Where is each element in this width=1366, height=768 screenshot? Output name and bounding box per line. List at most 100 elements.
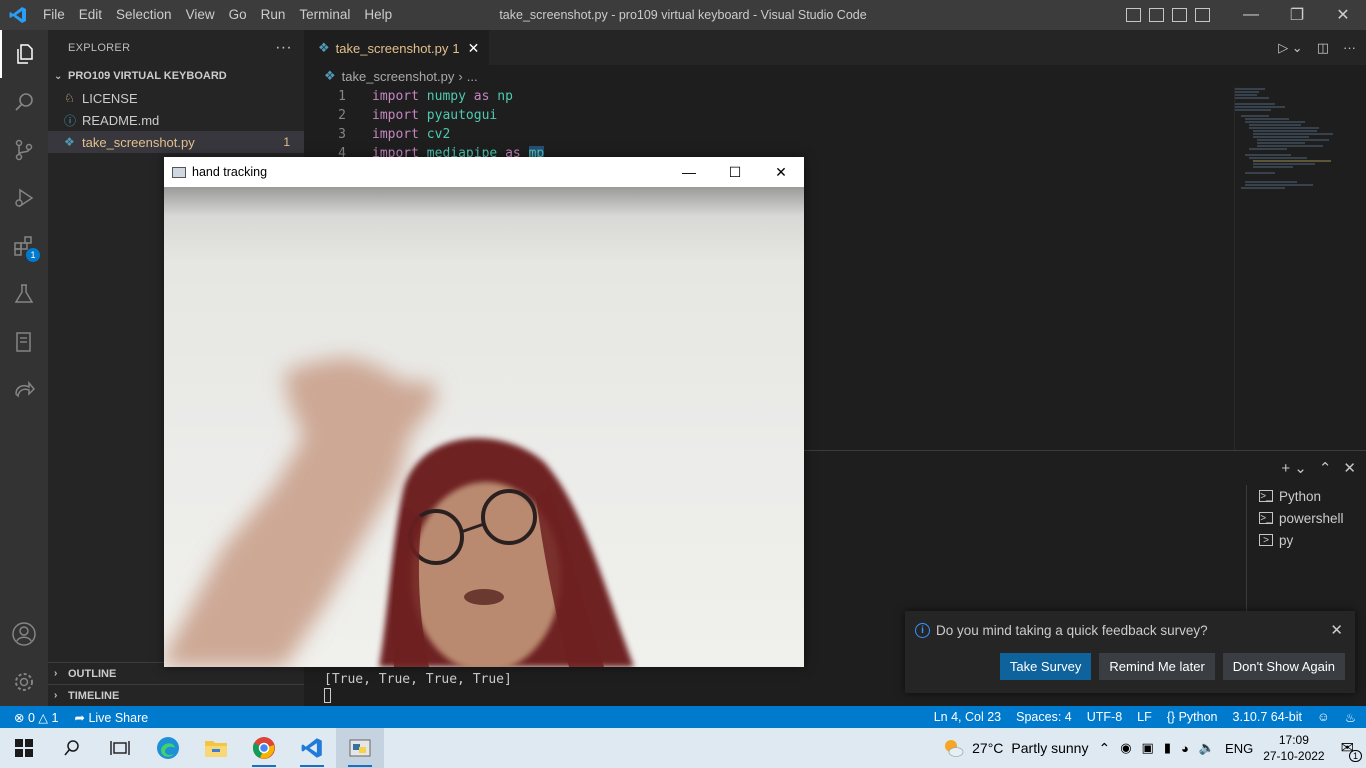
terminal-icon: >_ [1259, 512, 1273, 524]
code-module: pyautogui [426, 108, 498, 123]
weather-widget[interactable]: 27°C Partly sunny [942, 738, 1088, 758]
tab-take-screenshot[interactable]: ❖ take_screenshot.py 1 ✕ [304, 30, 490, 65]
python-taskbar-icon[interactable] [336, 728, 384, 768]
file-explorer-icon[interactable] [192, 728, 240, 768]
live-share-status[interactable]: ➦ Live Share [74, 710, 148, 725]
breadcrumb-more[interactable]: ... [467, 69, 478, 84]
terminal-cursor [324, 688, 331, 703]
chrome-icon[interactable] [240, 728, 288, 768]
timeline-section[interactable]: › TIMELINE [48, 684, 304, 706]
code-editor[interactable]: 1 import numpy as np 2 import pyautogui … [304, 87, 1366, 163]
take-survey-button[interactable]: Take Survey [999, 653, 1092, 680]
toggle-sidebar-icon[interactable] [1126, 8, 1141, 22]
window-title: hand tracking [192, 165, 268, 179]
terminal-item-python[interactable]: >_ Python [1247, 485, 1366, 507]
notification-count: 1 [1348, 750, 1362, 762]
problems-status[interactable]: ⊗ 0 △ 1 [14, 710, 58, 725]
menu-terminal[interactable]: Terminal [292, 0, 357, 30]
file-license[interactable]: ♘ LICENSE [48, 87, 304, 109]
menu-go[interactable]: Go [222, 0, 254, 30]
encoding[interactable]: UTF-8 [1087, 710, 1122, 724]
more-actions-icon[interactable]: ··· [275, 39, 292, 57]
indentation[interactable]: Spaces: 4 [1016, 710, 1072, 724]
breadcrumb-file[interactable]: take_screenshot.py [342, 69, 455, 84]
webcam-icon[interactable]: ◉ [1120, 740, 1131, 756]
python-interpreter[interactable]: 3.10.7 64-bit [1233, 710, 1303, 724]
menu-file[interactable]: File [36, 0, 72, 30]
terminal-item-powershell[interactable]: >_ powershell [1247, 507, 1366, 529]
run-debug-icon[interactable] [0, 174, 48, 222]
task-view-icon[interactable] [96, 728, 144, 768]
cursor-position[interactable]: Ln 4, Col 23 [934, 710, 1001, 724]
language-mode[interactable]: {} Python [1167, 710, 1218, 724]
dont-show-again-button[interactable]: Don't Show Again [1222, 653, 1345, 680]
start-button[interactable] [0, 728, 48, 768]
jupyter-icon[interactable] [0, 318, 48, 366]
settings-gear-icon[interactable] [0, 658, 48, 706]
menu-selection[interactable]: Selection [109, 0, 179, 30]
source-control-icon[interactable] [0, 126, 48, 174]
vscode-taskbar-icon[interactable] [288, 728, 336, 768]
wifi-icon[interactable]: ◕ [1181, 741, 1189, 756]
end-of-line[interactable]: LF [1137, 710, 1152, 724]
file-readme[interactable]: ⓘ README.md [48, 109, 304, 131]
restore-button[interactable]: ❐ [1274, 0, 1320, 30]
minimap[interactable] [1234, 87, 1352, 450]
info-icon: i [915, 623, 930, 638]
terminal-output-line: [True, True, True, True] [324, 672, 512, 687]
language-label: Python [1178, 710, 1218, 724]
hand-tracking-titlebar[interactable]: hand tracking — ☐ ✕ [164, 157, 804, 187]
edge-browser-icon[interactable] [144, 728, 192, 768]
maximize-button[interactable]: ☐ [712, 157, 758, 187]
close-window-button[interactable]: ✕ [758, 157, 804, 187]
search-icon[interactable] [0, 78, 48, 126]
run-icon[interactable]: ▷ ⌄ [1278, 40, 1303, 56]
accounts-icon[interactable] [0, 610, 48, 658]
tab-label: take_screenshot.py [335, 40, 449, 56]
maximize-panel-icon[interactable]: ⌃ [1319, 459, 1332, 477]
menu-view[interactable]: View [179, 0, 222, 30]
toggle-panel-icon[interactable] [1149, 8, 1164, 22]
terminal-output[interactable]: [True, True, True, True] [324, 671, 512, 708]
chevron-right-icon: › [54, 690, 58, 701]
menu-edit[interactable]: Edit [72, 0, 109, 30]
close-icon[interactable]: ✕ [1330, 621, 1343, 639]
file-take-screenshot[interactable]: ❖ take_screenshot.py 1 [48, 131, 304, 153]
menu-run[interactable]: Run [254, 0, 293, 30]
folder-header[interactable]: ⌄ PRO109 VIRTUAL KEYBOARD [48, 65, 304, 87]
battery-icon[interactable]: ▮ [1164, 740, 1171, 756]
action-center-icon[interactable]: ✉ 1 [1341, 738, 1362, 762]
menu-help[interactable]: Help [357, 0, 399, 30]
minimize-button[interactable]: — [666, 157, 712, 187]
terminal-item-py[interactable]: > py [1247, 529, 1366, 551]
terminal-icon: > [1259, 534, 1273, 546]
extensions-icon[interactable]: 1 [0, 222, 48, 270]
more-actions-icon[interactable]: ··· [1343, 40, 1356, 55]
volume-icon[interactable]: 🔈 [1199, 740, 1215, 756]
system-clock[interactable]: 17:09 27-10-2022 [1263, 732, 1324, 764]
minimize-button[interactable]: — [1228, 0, 1274, 30]
close-window-button[interactable]: ✕ [1320, 0, 1366, 30]
remind-me-later-button[interactable]: Remind Me later [1099, 653, 1215, 680]
toggle-secondary-sidebar-icon[interactable] [1172, 8, 1187, 22]
input-language[interactable]: ENG [1225, 741, 1253, 756]
display-icon[interactable]: ▣ [1142, 740, 1154, 756]
chevron-right-icon: › [458, 68, 463, 84]
chevron-up-icon[interactable]: ⌃ [1098, 740, 1110, 757]
hand-tracking-window: hand tracking — ☐ ✕ [164, 157, 804, 667]
search-icon[interactable] [48, 728, 96, 768]
live-share-icon[interactable] [0, 366, 48, 414]
code-module: cv2 [426, 127, 451, 142]
new-terminal-icon[interactable]: + ⌄ [1281, 459, 1307, 477]
split-editor-icon[interactable]: ◫ [1317, 40, 1329, 56]
vscode-logo-icon [0, 0, 36, 30]
explorer-icon[interactable] [0, 30, 48, 78]
weather-temperature: 27°C [972, 740, 1004, 756]
testing-icon[interactable] [0, 270, 48, 318]
windows-taskbar: 27°C Partly sunny ⌃ ◉ ▣ ▮ ◕ 🔈 ENG 17:09 … [0, 728, 1366, 768]
close-icon[interactable]: ✕ [468, 40, 480, 57]
feedback-icon[interactable]: ☺ [1317, 710, 1330, 724]
customize-layout-icon[interactable] [1195, 8, 1210, 22]
close-panel-icon[interactable]: ✕ [1343, 459, 1356, 477]
notifications-bell-icon[interactable]: ♨ [1345, 710, 1356, 725]
